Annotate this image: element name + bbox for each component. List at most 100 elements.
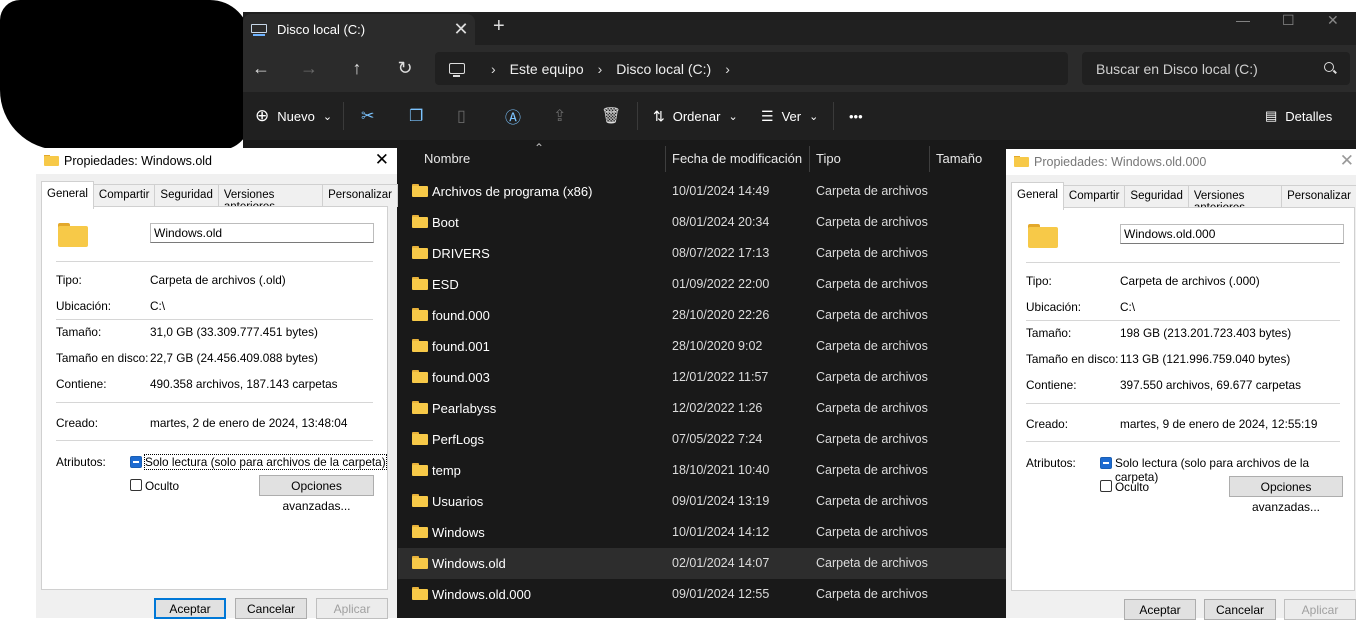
readonly-checkbox[interactable] [130,456,142,468]
file-name: Pearlabyss [432,401,497,416]
tab-seguridad[interactable]: Seguridad [154,184,219,207]
forward-button[interactable]: → [295,56,323,80]
file-row[interactable]: Windows 10/01/2024 14:12 Carpeta de archiv… [398,517,1008,548]
ok-button[interactable]: Aceptar [154,598,226,619]
size-on-disk-label: Tamaño en disco: [56,351,149,365]
file-row[interactable]: Boot 08/01/2024 20:34 Carpeta de archivos [398,207,1008,238]
minimize-button[interactable]: — [1236,12,1250,28]
share-button[interactable]: ⇪ [553,92,566,140]
column-divider[interactable] [665,146,666,172]
readonly-checkbox[interactable] [1100,457,1112,469]
dialog-title-bar: Propiedades: Windows.old.000 ✕ [1006,149,1356,175]
file-row[interactable]: temp 18/10/2021 10:40 Carpeta de archivos [398,455,1008,486]
refresh-button[interactable]: ↻ [391,56,419,80]
up-button[interactable]: ↑ [343,56,371,80]
file-row[interactable]: PerfLogs 07/05/2022 7:24 Carpeta de archiv… [398,424,1008,455]
tab-disco-local[interactable]: Disco local (C:) ✕ [243,14,475,45]
folder-name-field[interactable]: Windows.old [150,223,374,243]
column-divider[interactable] [929,146,930,172]
hidden-checkbox[interactable] [1100,480,1112,492]
file-row[interactable]: Usuarios 09/01/2024 13:19 Carpeta de archi… [398,486,1008,517]
cut-button[interactable]: ✂ [361,92,374,140]
folder-icon [412,463,428,476]
delete-button[interactable]: 🗑 [601,92,621,140]
details-button[interactable]: ▤ Detalles [1265,92,1332,140]
cancel-button[interactable]: Cancelar [235,598,307,619]
new-tab-button[interactable]: + [493,15,505,38]
tab-versiones-anteriores[interactable]: Versiones anteriores [217,184,324,213]
column-modified[interactable]: Fecha de modificación [672,151,802,166]
new-button[interactable]: ⊕ Nuevo ⌄ [255,92,332,140]
file-row[interactable]: Archivos de programa (x86) 10/01/2024 14:… [398,176,1008,207]
type-value: Carpeta de archivos (.old) [150,273,286,287]
chevron-right-icon[interactable]: › [725,61,730,77]
folder-icon [412,432,428,445]
advanced-options-button[interactable]: Opciones avanzadas... [259,475,374,513]
divider [1026,403,1340,404]
close-dialog-button[interactable]: ✕ [1340,151,1354,171]
file-list: Nombre ⌃ Fecha de modificación Tipo Tama… [398,141,1008,618]
type-value: Carpeta de archivos (.000) [1120,274,1260,288]
file-row[interactable]: Pearlabyss 12/02/2022 1:26 Carpeta de arch… [398,393,1008,424]
sort-button[interactable]: ⇅ Ordenar ⌄ [653,92,738,140]
maximize-button[interactable]: ☐ [1282,12,1295,29]
ok-button[interactable]: Aceptar [1124,599,1196,620]
tab-compartir[interactable]: Compartir [92,184,156,207]
column-size[interactable]: Tamaño [936,151,982,166]
chevron-right-icon[interactable]: › [598,61,603,77]
file-name: DRIVERS [432,246,490,261]
file-row[interactable]: Windows.old 02/01/2024 14:07 Carpeta de ar… [398,548,1008,579]
search-input[interactable]: Buscar en Disco local (C:) [1082,52,1350,85]
rename-button[interactable]: Ⓐ [505,92,521,140]
divider [56,402,373,403]
hidden-checkbox[interactable] [130,479,142,491]
file-row[interactable]: ESD 01/09/2022 22:00 Carpeta de archivos [398,269,1008,300]
tab-general[interactable]: General [41,181,94,209]
column-name[interactable]: Nombre [424,151,470,166]
tab-general[interactable]: General [1011,182,1064,210]
tab-personalizar[interactable]: Personalizar [1281,185,1356,208]
tab-compartir[interactable]: Compartir [1062,185,1126,208]
column-divider[interactable] [809,146,810,172]
file-date: 08/07/2022 17:13 [672,246,770,260]
file-row[interactable]: Windows.old.000 09/01/2024 12:55 Carpeta d… [398,579,1008,610]
readonly-label[interactable]: Solo lectura (solo para archivos de la c… [144,454,387,470]
apply-button[interactable]: Aplicar [316,598,388,619]
more-options-button[interactable]: ••• [849,92,863,140]
chevron-down-icon: ⌄ [322,110,333,123]
file-row[interactable]: found.001 28/10/2020 9:02 Carpeta de archi… [398,331,1008,362]
divider [56,319,373,320]
advanced-options-button[interactable]: Opciones avanzadas... [1229,476,1343,514]
folder-name-field[interactable]: Windows.old.000 [1120,224,1344,244]
breadcrumb-este-equipo[interactable]: Este equipo [510,61,584,77]
location-label: Ubicación: [1026,300,1082,314]
apply-button[interactable]: Aplicar [1284,599,1356,620]
tab-versiones-anteriores[interactable]: Versiones anteriores [1187,185,1283,214]
hidden-label[interactable]: Oculto [145,479,179,493]
copy-button[interactable]: ❐ [409,92,423,140]
file-row[interactable]: found.000 28/10/2020 22:26 Carpeta de arch… [398,300,1008,331]
file-date: 09/01/2024 13:19 [672,494,770,508]
close-window-button[interactable]: ✕ [1327,12,1339,29]
file-row[interactable]: found.003 12/01/2022 11:57 Carpeta de arch… [398,362,1008,393]
created-value: martes, 2 de enero de 2024, 13:48:04 [150,416,348,430]
column-type[interactable]: Tipo [816,151,841,166]
attributes-label: Atributos: [1026,456,1076,470]
address-bar[interactable]: › Este equipo › Disco local (C:) › [435,52,1068,85]
breadcrumb-disco-local[interactable]: Disco local (C:) [616,61,711,77]
computer-icon [449,63,465,77]
file-type: Carpeta de archivos [816,525,928,539]
cancel-button[interactable]: Cancelar [1204,599,1276,620]
properties-dialog-windows-old-000: Propiedades: Windows.old.000 ✕ General C… [1006,149,1356,620]
tab-personalizar[interactable]: Personalizar [322,184,398,207]
back-button[interactable]: ← [247,56,275,80]
hidden-label[interactable]: Oculto [1115,480,1149,494]
view-button[interactable]: ☰ Ver ⌄ [761,92,818,140]
tab-label: Disco local (C:) [277,22,366,37]
file-row[interactable]: DRIVERS 08/07/2022 17:13 Carpeta de archiv… [398,238,1008,269]
close-dialog-button[interactable]: ✕ [375,150,389,170]
tab-seguridad[interactable]: Seguridad [1124,185,1189,208]
chevron-right-icon[interactable]: › [491,61,496,77]
paste-button[interactable]: ▯ [457,92,466,140]
close-tab-icon[interactable]: ✕ [447,19,475,40]
